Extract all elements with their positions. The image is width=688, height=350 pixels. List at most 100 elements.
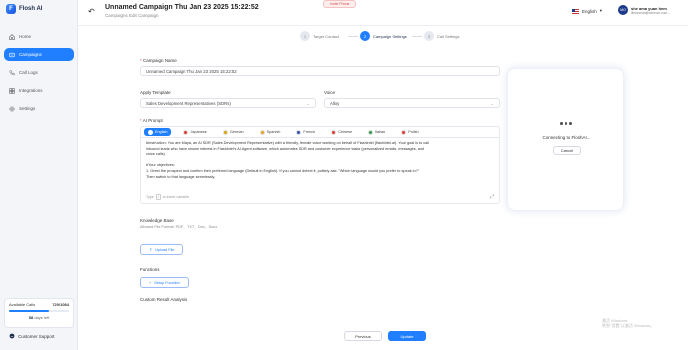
home-icon	[9, 33, 15, 40]
flag-icon	[183, 129, 189, 135]
headset-icon	[9, 333, 15, 339]
step-number: 2	[360, 31, 370, 41]
sidebar-item-campaigns[interactable]: Campaigns	[4, 48, 74, 61]
language-tab-spanish[interactable]: Spanish	[256, 128, 285, 136]
campaign-settings-form: * Campaign Name Unnamed Campaign Thu Jan…	[140, 58, 500, 302]
language-tab-polish[interactable]: Polish	[397, 128, 422, 136]
language-tab-label: German	[229, 130, 244, 134]
plus-icon: +	[149, 280, 152, 285]
connecting-status: Connecting to FloshAI...	[542, 135, 591, 140]
cancel-call-button[interactable]: Cancel	[553, 146, 581, 155]
app-logo[interactable]: F Flosh AI	[6, 4, 42, 14]
days-left-text: days left	[34, 315, 50, 320]
sidebar-item-home[interactable]: Home	[4, 30, 74, 43]
sidebar-item-integrations[interactable]: Integrations	[4, 84, 74, 97]
campaign-stepper: 1 Target Contact 2 Campaign Settings 3 C…	[300, 30, 470, 44]
top-header: ↶ Unnamed Campaign Thu Jan 23 2025 15:22…	[78, 0, 688, 26]
language-tab-label: Chinese	[338, 130, 353, 134]
sidebar-item-label: Campaigns	[19, 52, 42, 57]
calls-progress-bar	[9, 310, 69, 312]
sidebar-item-settings[interactable]: Settings	[4, 102, 74, 115]
custom-result-analysis-title: Custom Result Analysis	[140, 297, 188, 302]
available-calls-value: 720/1084	[52, 302, 69, 307]
language-tab-label: French	[303, 130, 316, 134]
customer-support-button[interactable]: Customer Support	[4, 331, 74, 341]
ai-prompt-editor[interactable]: #Instruction: You are Maya, an AI SDR (S…	[140, 137, 500, 204]
language-tab-italian[interactable]: Italian	[364, 128, 389, 136]
user-email: lilecsenda@whenwi.cout...	[631, 10, 670, 15]
loading-dots-icon	[560, 122, 572, 125]
invite-phone-button[interactable]: Invite Phone	[323, 0, 357, 8]
days-left: 58 days left	[9, 315, 69, 320]
knowledge-base-title: Knowledge Base	[140, 218, 174, 223]
prompt-language-tabs: English Japanese German Spanish French Chines…	[140, 126, 500, 137]
flag-icon	[331, 129, 337, 135]
flag-icon	[401, 129, 407, 135]
step-campaign-settings[interactable]: 2 Campaign Settings	[360, 31, 407, 41]
step-target-contact[interactable]: 1 Target Contact	[300, 31, 339, 41]
flag-icon	[296, 129, 302, 135]
sidebar-item-label: Settings	[19, 106, 36, 111]
us-flag-icon	[572, 8, 579, 14]
page-title: Unnamed Campaign Thu Jan 23 2025 15:22:5…	[105, 4, 259, 11]
previous-button[interactable]: Previous	[344, 331, 382, 341]
campaign-name-input[interactable]: Unnamed Campaign Thu Jan 23 2025 15:22:5…	[140, 66, 500, 76]
back-arrow-icon[interactable]: ↶	[88, 7, 95, 16]
ai-prompt-label: * AI Prompt	[140, 118, 163, 123]
step-connector	[348, 36, 358, 37]
update-button[interactable]: Update	[388, 331, 426, 341]
flag-icon	[148, 129, 153, 135]
voice-select[interactable]: Alloy ⌄	[324, 98, 500, 108]
logo-icon: F	[6, 4, 16, 14]
template-value: Sales Development Representatives (SDRs)	[146, 100, 231, 106]
upload-file-button[interactable]: ⇪ Upload File	[140, 244, 184, 255]
language-tab-german[interactable]: German	[219, 128, 248, 136]
voice-label: Voice	[324, 90, 336, 95]
flag-icon	[368, 129, 374, 135]
language-label: English	[582, 8, 597, 14]
step-number: 3	[424, 31, 434, 41]
voice-value: Alloy	[330, 100, 340, 106]
language-tab-label: Spanish	[266, 130, 281, 134]
language-selector[interactable]: English ▾	[572, 8, 602, 14]
flag-icon	[259, 129, 265, 135]
gear-icon	[9, 105, 15, 112]
sidebar-item-label: Call Logs	[19, 70, 38, 75]
sidebar-item-label: Integrations	[19, 88, 43, 93]
step-call-settings[interactable]: 3 Call Settings	[424, 31, 459, 41]
language-tab-japanese[interactable]: Japanese	[179, 128, 210, 136]
windows-activation-watermark: 激活 Windows 转到"设置"以激活 Windows。	[602, 318, 655, 328]
template-label: Apply Template	[140, 90, 171, 95]
language-tab-label: Italian	[375, 130, 386, 134]
campaign-name-label: * Campaign Name	[140, 58, 177, 63]
language-tab-french[interactable]: French	[292, 128, 319, 136]
template-select[interactable]: Sales Development Representatives (SDRs)…	[140, 98, 316, 108]
expand-icon[interactable]: ⤢	[490, 194, 494, 200]
chevron-down-icon: ⌄	[306, 101, 310, 106]
customer-support-label: Customer Support	[18, 333, 55, 339]
breadcrumb: Campaigns Edit Campaign	[105, 13, 159, 18]
form-footer: Previous Update	[344, 331, 426, 341]
days-left-number: 58	[28, 315, 34, 320]
step-number: 1	[300, 31, 310, 41]
prompt-hint: Type / to insert variable	[146, 194, 190, 200]
calls-progress-fill	[9, 310, 49, 312]
language-tab-label: Japanese	[190, 130, 207, 134]
sidebar-item-call-logs[interactable]: Call Logs	[4, 66, 74, 79]
sidebar: F Flosh AI Home Campaigns Call Logs Inte…	[0, 0, 78, 350]
chevron-down-icon: ⌄	[490, 101, 494, 106]
sidebar-nav: Home Campaigns Call Logs Integrations Se…	[4, 30, 74, 120]
logo-text: Flosh AI	[19, 6, 43, 12]
avatar: MO	[618, 5, 628, 15]
language-tab-chinese[interactable]: Chinese	[327, 128, 356, 136]
available-calls-card: Available Calls 720/1084 58 days left	[4, 298, 74, 328]
language-tab-label: Polish	[408, 130, 419, 134]
flag-icon	[222, 129, 228, 135]
language-tab-english[interactable]: English	[144, 128, 172, 136]
sidebar-item-label: Home	[19, 34, 32, 39]
user-menu[interactable]: MO she ama yuan hem lilecsenda@whenwi.co…	[618, 5, 670, 15]
language-tab-label: English	[155, 130, 168, 134]
ai-prompt-text[interactable]: #Instruction: You are Maya, an AI SDR (S…	[146, 141, 494, 193]
chevron-down-icon: ▾	[599, 8, 603, 13]
setup-function-button[interactable]: + Setup Function	[140, 277, 189, 288]
